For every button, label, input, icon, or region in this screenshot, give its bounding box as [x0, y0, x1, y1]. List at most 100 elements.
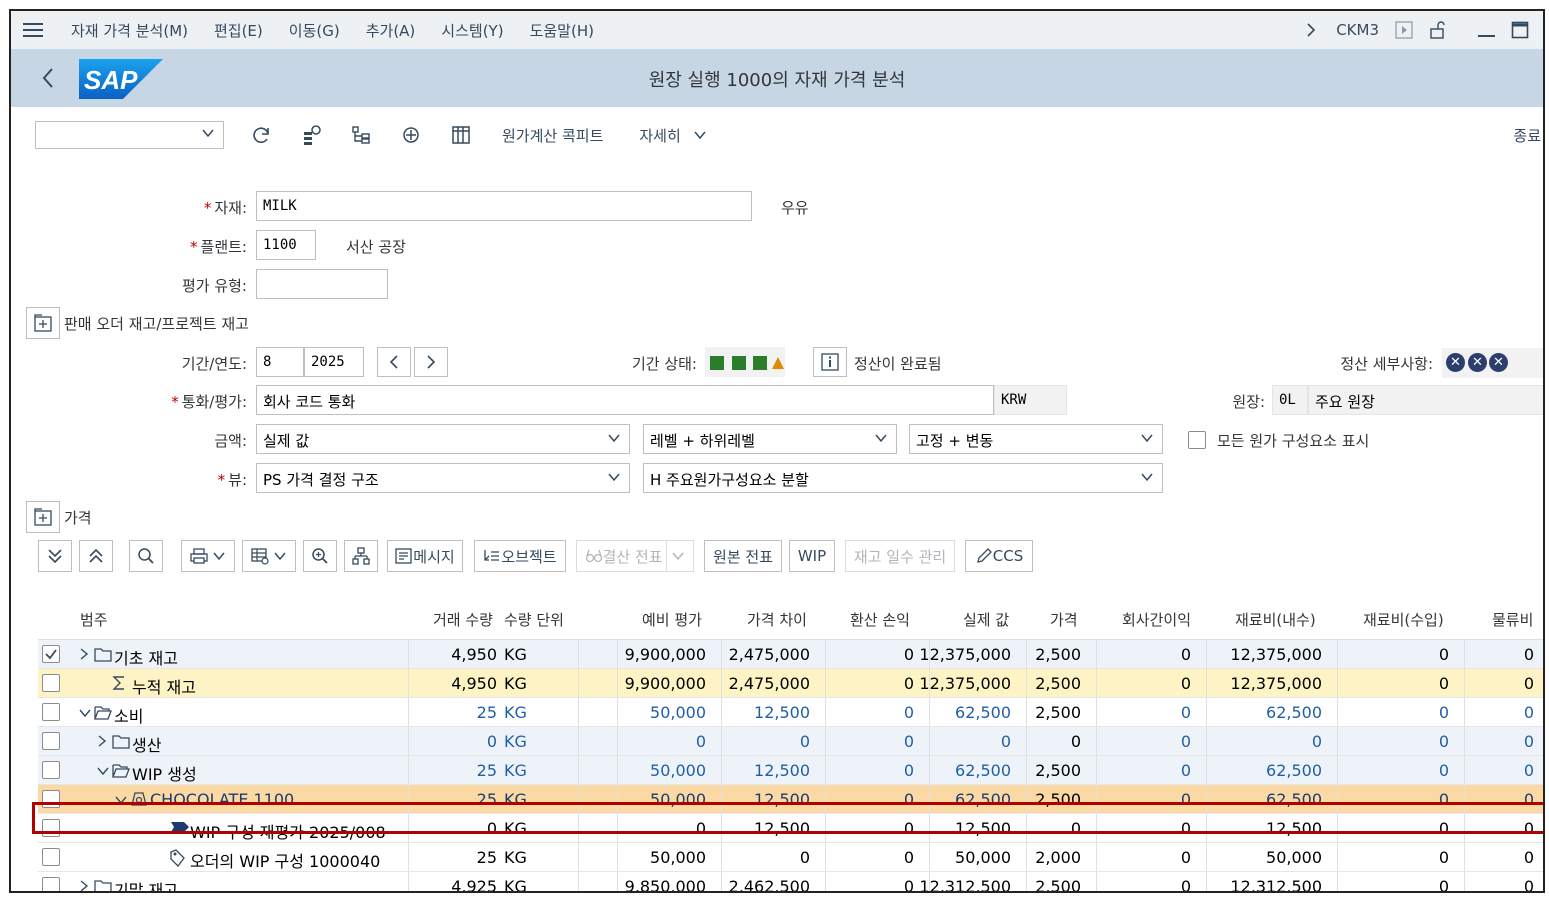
column-header-exchange-diff[interactable]: 환산 손익 [850, 609, 910, 630]
cell-actual-value: 12,312,500 [919, 877, 1011, 893]
cell-material-import: 0 [1438, 877, 1449, 893]
row-checkbox[interactable] [42, 877, 60, 891]
table-row[interactable]: 기말 재고 4,925 KG 9,850,000 2,462,500 0 12,312,50… [38, 872, 1543, 893]
view-select[interactable]: PS 가격 결정 구조 [256, 463, 630, 493]
row-checkbox[interactable] [42, 645, 60, 663]
row-checkbox[interactable] [42, 703, 60, 721]
hamburger-menu-icon[interactable] [23, 23, 43, 37]
expand-icon[interactable] [26, 307, 60, 339]
column-header-logistics[interactable]: 물류비 [1492, 609, 1533, 630]
chevron-right-icon[interactable] [96, 734, 108, 752]
chevron-right-icon[interactable] [78, 879, 90, 891]
maximize-icon[interactable] [1511, 21, 1529, 39]
menu-system[interactable]: 시스템(Y) [441, 20, 503, 41]
menu-goto[interactable]: 이동(G) [289, 20, 340, 41]
column-divider [825, 814, 826, 842]
previous-period-button[interactable] [377, 347, 411, 377]
column-header-quantity[interactable]: 거래 수량 [433, 609, 493, 630]
column-header-unit[interactable]: 수량 단위 [504, 609, 564, 630]
column-header-actual-value[interactable]: 실제 값 [963, 609, 1009, 630]
calendar-grid-icon[interactable] [448, 122, 474, 148]
table-row[interactable]: WIP 생성 25 KG 50,000 12,500 0 62,500 2,500 0 62,50… [38, 756, 1543, 785]
fixed-variable-select[interactable]: 고정 + 변동 [909, 424, 1163, 454]
wip-button[interactable]: WIP [789, 540, 835, 572]
column-divider [408, 872, 409, 891]
row-checkbox[interactable] [42, 732, 60, 750]
hierarchy-settings-icon[interactable] [298, 122, 324, 148]
menu-edit[interactable]: 편집(E) [214, 20, 263, 41]
table-row[interactable]: 소비 25 KG 50,000 12,500 0 62,500 2,500 0 62,500 0 0 [38, 698, 1543, 727]
cell-material-import: 0 [1438, 674, 1449, 693]
closing-document-button[interactable]: 결산 전표 [576, 540, 694, 572]
column-header-intercompany-profit[interactable]: 회사간이익 [1122, 609, 1191, 630]
messages-button[interactable]: 메시지 [387, 540, 463, 572]
menu-bar: 자재 가격 분석(M) 편집(E) 이동(G) 추가(A) 시스템(Y) 도움말… [11, 11, 1543, 49]
column-header-price-difference[interactable]: 가격 차이 [747, 609, 807, 630]
objects-button[interactable]: 오브젝트 [474, 540, 566, 572]
unlock-icon[interactable] [1429, 21, 1447, 39]
refresh-icon[interactable] [248, 122, 274, 148]
toolbar-dropdown[interactable] [35, 121, 224, 149]
minimize-icon[interactable] [1477, 21, 1495, 39]
amount-value: 실제 값 [263, 432, 310, 450]
chevron-down-icon[interactable] [96, 763, 110, 781]
chevron-right-icon[interactable] [1302, 21, 1320, 39]
row-checkbox[interactable] [42, 790, 60, 808]
tree-structure-icon[interactable] [348, 122, 374, 148]
cell-quantity: 0 [486, 819, 497, 838]
table-row[interactable]: 오더의 WIP 구성 1000040 25 KG 50,000 0 0 50,000 2,00… [38, 843, 1543, 872]
column-header-prelim-valuation[interactable]: 예비 평가 [642, 609, 702, 630]
table-row[interactable]: 기초 재고 4,950 KG 9,900,000 2,475,000 0 12,375,00… [38, 640, 1543, 669]
column-divider [1337, 669, 1338, 697]
level-select[interactable]: 레벨 + 하위레벨 [643, 424, 897, 454]
layout-menu-button[interactable] [242, 540, 296, 572]
table-row[interactable]: WIP 구성 재평가 2025/008 0 KG 0 12,500 0 12,500 0 0 12… [38, 814, 1543, 843]
zoom-icon[interactable] [303, 540, 337, 572]
search-icon[interactable] [129, 540, 163, 572]
ccs-button[interactable]: CCS [965, 540, 1033, 572]
source-document-button[interactable]: 원본 전표 [704, 540, 782, 572]
next-period-button[interactable] [414, 347, 448, 377]
year-input[interactable]: 2025 [304, 347, 364, 377]
exit-button[interactable]: 종료 [1513, 125, 1541, 146]
chevron-right-icon[interactable] [78, 647, 90, 665]
details-button[interactable]: 자세히 [639, 125, 706, 146]
menu-material-price-analysis[interactable]: 자재 가격 분석(M) [71, 20, 188, 41]
table-row[interactable]: 누적 재고 4,950 KG 9,900,000 2,475,000 0 12,375,00… [38, 669, 1543, 698]
cell-intercompany-profit: 0 [1180, 761, 1191, 780]
cell-material-domestic: 62,500 [1266, 703, 1322, 722]
table-row[interactable]: 생산 0 KG 0 0 0 0 0 0 0 0 0 [38, 727, 1543, 756]
cost-component-split-select[interactable]: H 주요원가구성요소 분할 [643, 463, 1163, 493]
expand-all-icon[interactable] [79, 540, 113, 572]
cost-cockpit-button[interactable]: 원가계산 콕피트 [502, 125, 603, 146]
row-checkbox[interactable] [42, 761, 60, 779]
print-menu-button[interactable] [181, 540, 235, 572]
inventory-days-button[interactable]: 재고 일수 관리 [845, 540, 955, 572]
info-icon[interactable] [813, 347, 847, 377]
menu-help[interactable]: 도움말(H) [530, 20, 594, 41]
material-input[interactable]: MILK [256, 191, 752, 221]
column-header-material-domestic[interactable]: 재료비(내수) [1235, 609, 1316, 630]
material-flow-icon[interactable] [398, 122, 424, 148]
plant-input[interactable]: 1100 [256, 230, 316, 260]
amount-select[interactable]: 실제 값 [256, 424, 630, 454]
menu-extras[interactable]: 추가(A) [366, 20, 416, 41]
cell-quantity: 4,950 [451, 674, 497, 693]
hierarchy-icon[interactable] [344, 540, 378, 572]
period-input[interactable]: 8 [256, 347, 304, 377]
all-components-checkbox[interactable] [1188, 431, 1206, 449]
collapse-all-icon[interactable] [38, 540, 72, 572]
row-checkbox[interactable] [42, 819, 60, 837]
currency-valuation-input[interactable]: 회사 코드 통화 [256, 385, 994, 415]
chevron-down-icon[interactable] [78, 705, 92, 723]
chevron-down-icon[interactable] [114, 792, 128, 810]
expand-icon[interactable] [26, 501, 60, 533]
column-header-material-import[interactable]: 재료비(수입) [1363, 609, 1444, 630]
valuation-type-input[interactable] [256, 269, 388, 299]
row-checkbox[interactable] [42, 674, 60, 692]
play-icon[interactable] [1395, 21, 1413, 39]
row-checkbox[interactable] [42, 848, 60, 866]
column-header-category[interactable]: 범주 [80, 609, 108, 630]
table-row[interactable]: CHOCOLATE 1100 25 KG 50,000 12,500 0 62,500 2,5… [38, 785, 1543, 814]
column-header-price[interactable]: 가격 [1050, 609, 1078, 630]
